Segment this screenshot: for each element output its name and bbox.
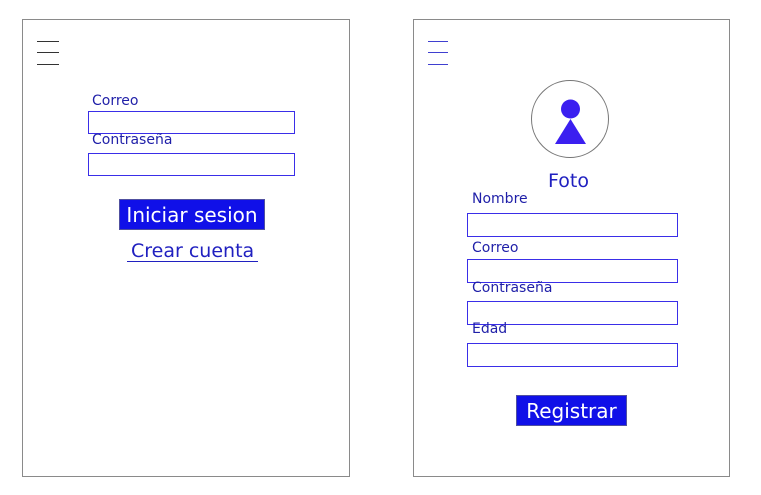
name-field[interactable] xyxy=(467,213,678,237)
user-avatar-icon xyxy=(555,99,586,144)
create-account-link[interactable]: Crear cuenta xyxy=(131,240,254,262)
age-label: Edad xyxy=(472,321,508,337)
email-label: Correo xyxy=(472,240,519,256)
password-label: Contraseña xyxy=(472,280,553,296)
password-field[interactable] xyxy=(88,153,295,176)
register-screen: Foto Nombre Correo Contraseña Edad Regis… xyxy=(413,19,730,477)
create-account-underline xyxy=(127,261,258,262)
login-screen: Correo Contraseña Iniciar sesion Crear c… xyxy=(22,19,350,477)
email-label: Correo xyxy=(92,93,139,109)
hamburger-menu-icon[interactable] xyxy=(37,39,59,67)
password-label: Contraseña xyxy=(92,132,173,148)
photo-label: Foto xyxy=(548,170,589,192)
age-field[interactable] xyxy=(467,343,678,367)
hamburger-menu-icon[interactable] xyxy=(428,39,450,67)
avatar-upload[interactable] xyxy=(531,80,609,158)
name-label: Nombre xyxy=(472,191,528,207)
email-field[interactable] xyxy=(88,111,295,134)
register-button[interactable]: Registrar xyxy=(516,395,627,426)
login-button[interactable]: Iniciar sesion xyxy=(119,199,265,230)
